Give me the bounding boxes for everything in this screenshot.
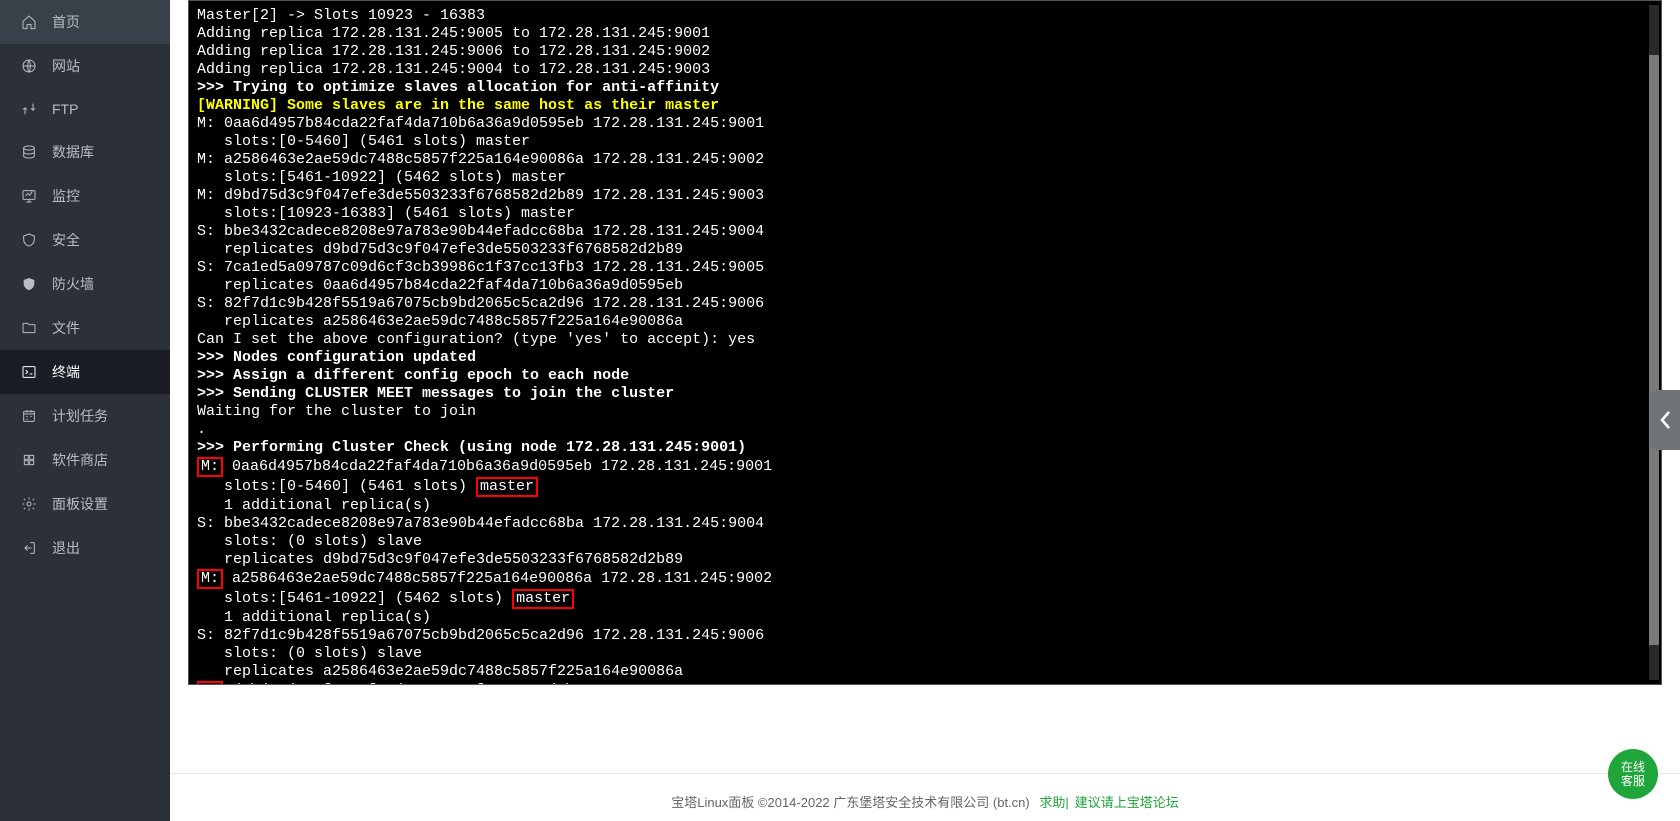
footer-help-link[interactable]: 求助 (1039, 795, 1065, 810)
terminal-line: Adding replica 172.28.131.245:9004 to 17… (197, 61, 1653, 79)
terminal-line: S: bbe3432cadece8208e97a783e90b44efadcc6… (197, 223, 1653, 241)
firewall-icon (20, 275, 38, 293)
terminal-line: slots:[5461-10922] (5462 slots) master (197, 169, 1653, 187)
sidebar-item-label: 防火墙 (52, 274, 94, 294)
sidebar-item-ftp[interactable]: FTP (0, 88, 170, 130)
sidebar-item-label: 计划任务 (52, 406, 108, 426)
highlight-box: M: (197, 681, 223, 685)
terminal-line: replicates 0aa6d4957b84cda22faf4da710b6a… (197, 277, 1653, 295)
ftp-icon (20, 100, 38, 118)
terminal-line: slots:[0-5460] (5461 slots) master (197, 133, 1653, 151)
terminal-line: slots:[0-5460] (5461 slots) master (197, 477, 1653, 497)
sidebar-item-label: 安全 (52, 230, 80, 250)
terminal-line: Adding replica 172.28.131.245:9006 to 17… (197, 43, 1653, 61)
sidebar-item-settings[interactable]: 面板设置 (0, 482, 170, 526)
scrollbar-track[interactable] (1649, 5, 1659, 680)
security-icon (20, 231, 38, 249)
sidebar-item-label: 首页 (52, 12, 80, 32)
terminal-line: [WARNING] Some slaves are in the same ho… (197, 97, 1653, 115)
db-icon (20, 143, 38, 161)
sidebar-item-logout[interactable]: 退出 (0, 526, 170, 570)
terminal-line: S: 82f7d1c9b428f5519a67075cb9bd2065c5ca2… (197, 627, 1653, 645)
sidebar: 首页网站 FTP 数据库监控安全防火墙文件终端计划任务软件商店面板设置退出 (0, 0, 170, 821)
cron-icon (20, 407, 38, 425)
terminal-output[interactable]: Master[2] -> Slots 10923 - 16383Adding r… (188, 0, 1662, 685)
footer-forum-link[interactable]: 建议请上宝塔论坛 (1075, 795, 1179, 810)
terminal-container: Master[2] -> Slots 10923 - 16383Adding r… (170, 0, 1680, 743)
terminal-line: M: a2586463e2ae59dc7488c5857f225a164e900… (197, 151, 1653, 169)
sidebar-item-firewall[interactable]: 防火墙 (0, 262, 170, 306)
online-support-label: 在线 客服 (1621, 760, 1645, 788)
terminal-line: M: d9bd75d3c9f047efe3de5503233f6768582d2… (197, 681, 1653, 685)
sidebar-item-monitor[interactable]: 监控 (0, 174, 170, 218)
sidebar-item-label: 监控 (52, 186, 80, 206)
footer: 宝塔Linux面板 ©2014-2022 广东堡塔安全技术有限公司 (bt.cn… (170, 773, 1680, 821)
highlight-box: M: (197, 569, 223, 589)
sidebar-item-files[interactable]: 文件 (0, 306, 170, 350)
sidebar-item-label: FTP (52, 101, 78, 117)
store-icon (20, 451, 38, 469)
settings-icon (20, 495, 38, 513)
highlight-box: master (512, 589, 574, 609)
terminal-line: 1 additional replica(s) (197, 609, 1653, 627)
terminal-line: >>> Trying to optimize slaves allocation… (197, 79, 1653, 97)
highlight-box: master (476, 477, 538, 497)
terminal-line: Can I set the above configuration? (type… (197, 331, 1653, 349)
terminal-line: replicates d9bd75d3c9f047efe3de5503233f6… (197, 241, 1653, 259)
site-icon (20, 57, 38, 75)
terminal-line: >>> Nodes configuration updated (197, 349, 1653, 367)
terminal-line: slots:[10923-16383] (5461 slots) master (197, 205, 1653, 223)
sidebar-item-site[interactable]: 网站 (0, 44, 170, 88)
scrollbar-thumb[interactable] (1649, 55, 1659, 645)
footer-copyright: 宝塔Linux面板 ©2014-2022 广东堡塔安全技术有限公司 (bt.cn… (671, 795, 1030, 810)
terminal-line: >>> Sending CLUSTER MEET messages to joi… (197, 385, 1653, 403)
chevron-left-icon (1658, 409, 1672, 431)
sidebar-item-home[interactable]: 首页 (0, 0, 170, 44)
terminal-line: slots:[5461-10922] (5462 slots) master (197, 589, 1653, 609)
terminal-line: 1 additional replica(s) (197, 497, 1653, 515)
terminal-line: slots: (0 slots) slave (197, 645, 1653, 663)
terminal-line: replicates a2586463e2ae59dc7488c5857f225… (197, 663, 1653, 681)
sidebar-item-label: 网站 (52, 56, 80, 76)
sidebar-item-label: 文件 (52, 318, 80, 338)
terminal-line: M: 0aa6d4957b84cda22faf4da710b6a36a9d059… (197, 115, 1653, 133)
online-support-button[interactable]: 在线 客服 (1608, 749, 1658, 799)
terminal-line: M: 0aa6d4957b84cda22faf4da710b6a36a9d059… (197, 457, 1653, 477)
sidebar-item-label: 终端 (52, 362, 80, 382)
terminal-line: replicates a2586463e2ae59dc7488c5857f225… (197, 313, 1653, 331)
terminal-line: slots: (0 slots) slave (197, 533, 1653, 551)
sidebar-item-security[interactable]: 安全 (0, 218, 170, 262)
terminal-line: . (197, 421, 1653, 439)
terminal-line: M: a2586463e2ae59dc7488c5857f225a164e900… (197, 569, 1653, 589)
terminal-line: Adding replica 172.28.131.245:9005 to 17… (197, 25, 1653, 43)
logout-icon (20, 539, 38, 557)
terminal-line: S: 7ca1ed5a09787c09d6cf3cb39986c1f37cc13… (197, 259, 1653, 277)
terminal-line: >>> Performing Cluster Check (using node… (197, 439, 1653, 457)
main-content: Master[2] -> Slots 10923 - 16383Adding r… (170, 0, 1680, 821)
files-icon (20, 319, 38, 337)
drawer-toggle[interactable] (1650, 390, 1680, 450)
sidebar-item-label: 软件商店 (52, 450, 108, 470)
terminal-icon (20, 363, 38, 381)
terminal-line: >>> Assign a different config epoch to e… (197, 367, 1653, 385)
terminal-line: S: 82f7d1c9b428f5519a67075cb9bd2065c5ca2… (197, 295, 1653, 313)
sidebar-item-label: 面板设置 (52, 494, 108, 514)
sidebar-item-cron[interactable]: 计划任务 (0, 394, 170, 438)
sidebar-item-terminal[interactable]: 终端 (0, 350, 170, 394)
home-icon (20, 13, 38, 31)
sidebar-item-store[interactable]: 软件商店 (0, 438, 170, 482)
terminal-line: Waiting for the cluster to join (197, 403, 1653, 421)
terminal-line: S: bbe3432cadece8208e97a783e90b44efadcc6… (197, 515, 1653, 533)
monitor-icon (20, 187, 38, 205)
terminal-line: Master[2] -> Slots 10923 - 16383 (197, 7, 1653, 25)
terminal-line: M: d9bd75d3c9f047efe3de5503233f6768582d2… (197, 187, 1653, 205)
sidebar-item-label: 数据库 (52, 142, 94, 162)
terminal-line: replicates d9bd75d3c9f047efe3de5503233f6… (197, 551, 1653, 569)
sidebar-item-label: 退出 (52, 538, 80, 558)
sidebar-item-db[interactable]: 数据库 (0, 130, 170, 174)
highlight-box: M: (197, 457, 223, 477)
